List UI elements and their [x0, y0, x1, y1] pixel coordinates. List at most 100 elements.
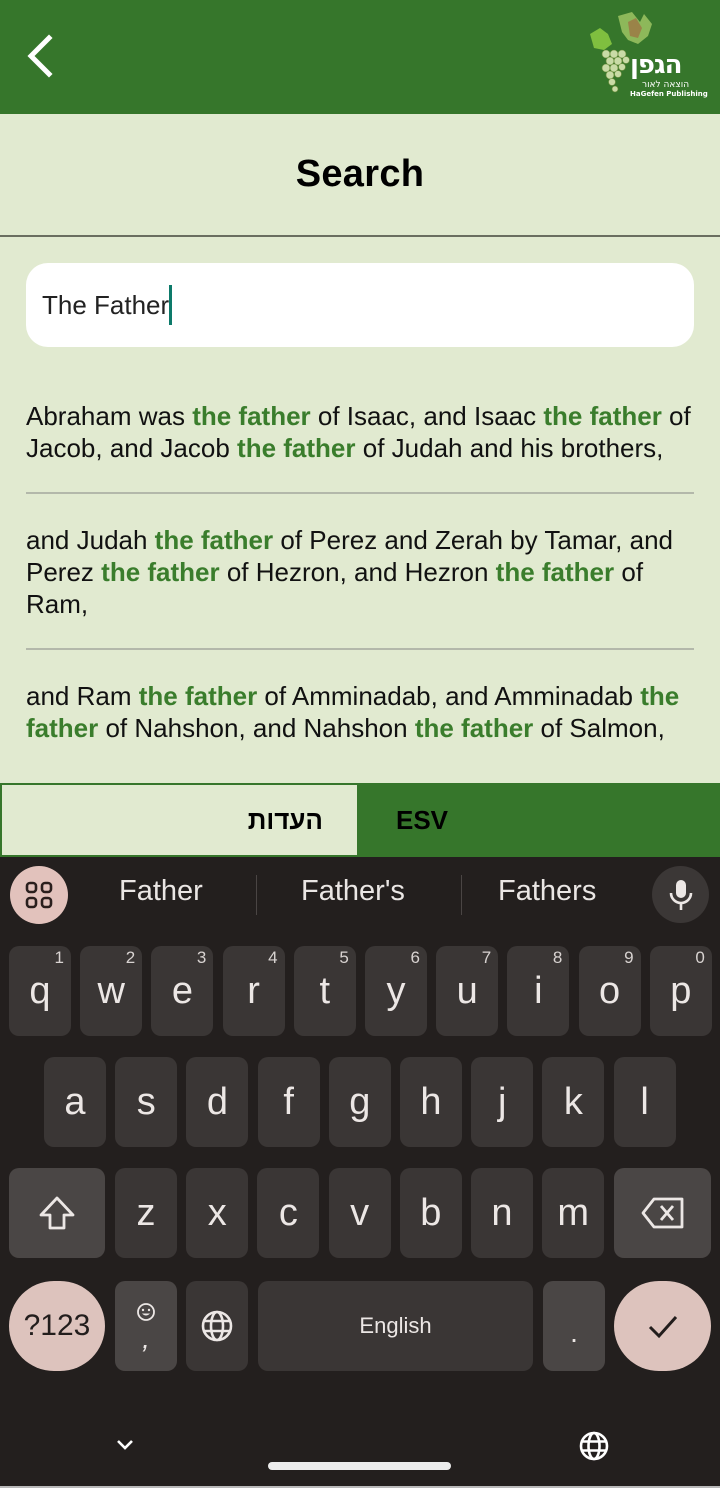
key-z[interactable]: z — [115, 1168, 177, 1258]
key-s[interactable]: s — [115, 1057, 178, 1147]
key-label: ?123 — [23, 1309, 91, 1342]
period-key[interactable]: . — [543, 1281, 605, 1371]
chevron-left-icon — [27, 34, 53, 78]
key-w[interactable]: w2 — [80, 946, 143, 1036]
key-o[interactable]: o9 — [578, 946, 641, 1036]
key-i[interactable]: i8 — [507, 946, 570, 1036]
result-item[interactable]: and Ram the father of Amminadab, and Amm… — [0, 650, 720, 744]
shift-icon — [39, 1196, 75, 1230]
text-caret — [169, 285, 173, 325]
back-button[interactable] — [18, 28, 62, 84]
key-label: a — [64, 1080, 86, 1123]
key-x[interactable]: x — [186, 1168, 249, 1258]
result-segment: Abraham was — [26, 401, 193, 431]
key-hint: 9 — [624, 948, 634, 967]
top-bar: הגפן הוצאה לאור HaGefen Publishing — [0, 0, 720, 114]
hide-keyboard-button[interactable] — [112, 1432, 138, 1458]
backspace-key[interactable] — [614, 1168, 711, 1258]
enter-key[interactable] — [614, 1281, 711, 1371]
key-q[interactable]: q1 — [9, 946, 71, 1036]
checkmark-icon — [648, 1315, 677, 1339]
voice-input-button[interactable] — [652, 866, 709, 923]
emoji-comma-key[interactable]: , — [115, 1281, 177, 1371]
key-label: . — [570, 1317, 578, 1348]
key-b[interactable]: b — [399, 1168, 462, 1258]
key-label: j — [497, 1080, 507, 1123]
key-label: g — [349, 1080, 371, 1123]
key-u[interactable]: u7 — [436, 946, 499, 1036]
key-label: x — [207, 1191, 227, 1234]
search-field[interactable]: The Father — [26, 263, 694, 347]
result-item[interactable]: Abraham was the father of Isaac, and Isa… — [0, 370, 720, 464]
highlighted-match: the father — [495, 557, 615, 587]
search-results-list[interactable]: Abraham was the father of Isaac, and Isa… — [0, 370, 720, 783]
backspace-icon — [641, 1197, 683, 1229]
key-c[interactable]: c — [257, 1168, 320, 1258]
logo-hebrew-sub: הוצאה לאור — [642, 80, 690, 90]
suggestion-3[interactable]: Fathers — [498, 875, 596, 908]
key-hint: 3 — [196, 948, 207, 967]
key-j[interactable]: j — [471, 1057, 534, 1147]
search-input[interactable]: The Father — [42, 290, 169, 321]
key-p[interactable]: p0 — [649, 946, 712, 1036]
key-label: l — [640, 1080, 649, 1123]
key-label: e — [171, 969, 193, 1012]
tab-esv[interactable]: ESV — [359, 783, 720, 857]
key-y[interactable]: y6 — [365, 946, 427, 1036]
grid-apps-icon — [25, 881, 53, 909]
key-k[interactable]: k — [542, 1057, 605, 1147]
key-label: z — [136, 1191, 156, 1234]
result-text: and Judah the father of Perez and Zerah … — [26, 524, 694, 620]
key-l[interactable]: l — [613, 1057, 676, 1147]
key-label: h — [420, 1080, 442, 1123]
key-label: o — [599, 969, 621, 1012]
key-d[interactable]: d — [186, 1057, 249, 1147]
key-label: f — [283, 1080, 294, 1123]
key-v[interactable]: v — [328, 1168, 391, 1258]
key-h[interactable]: h — [400, 1057, 462, 1147]
key-label: i — [534, 969, 543, 1012]
key-label: d — [206, 1080, 228, 1123]
soft-keyboard: Father Father's Fathers q1w2e3r4t5y6u7i8… — [0, 857, 720, 1488]
key-hint: 2 — [125, 948, 136, 967]
key-n[interactable]: n — [471, 1168, 533, 1258]
key-label: t — [319, 969, 331, 1012]
key-label: p — [670, 969, 692, 1012]
result-segment: of Amminadab, and Amminadab — [257, 681, 641, 711]
highlighted-match: the father — [237, 433, 356, 463]
keyboard-apps-button[interactable] — [10, 866, 68, 924]
highlighted-match: the father — [138, 681, 258, 711]
key-a[interactable]: a — [44, 1057, 106, 1147]
tab-hebrew-edut[interactable]: העדות — [0, 783, 359, 857]
key-hint: 1 — [54, 948, 64, 967]
space-key[interactable]: English — [258, 1281, 533, 1371]
result-segment: and Ram — [26, 681, 139, 711]
key-hint: 7 — [481, 948, 492, 967]
key-e[interactable]: e3 — [151, 946, 214, 1036]
key-hint: 8 — [552, 948, 563, 967]
key-hint: 5 — [339, 948, 349, 967]
translation-tabs: העדות ESV — [0, 783, 720, 857]
highlighted-match: the father — [543, 401, 662, 431]
language-key[interactable] — [186, 1281, 248, 1371]
key-f[interactable]: f — [257, 1057, 320, 1147]
shift-key[interactable] — [9, 1168, 105, 1258]
symbols-key[interactable]: ?123 — [9, 1281, 105, 1371]
home-gesture-bar[interactable] — [268, 1462, 451, 1470]
result-segment: of Isaac, and Isaac — [310, 401, 544, 431]
key-g[interactable]: g — [328, 1057, 391, 1147]
result-segment: of Nahshon, and Nahshon — [98, 713, 415, 743]
result-item[interactable]: and Judah the father of Perez and Zerah … — [0, 494, 720, 620]
key-label: m — [557, 1191, 590, 1234]
highlighted-match: the father — [154, 525, 274, 555]
result-segment: of Hezron, and Hezron — [219, 557, 496, 587]
suggestion-1[interactable]: Father — [119, 875, 203, 908]
key-label: English — [359, 1313, 432, 1338]
key-m[interactable]: m — [542, 1168, 605, 1258]
suggestion-divider — [461, 875, 462, 915]
highlighted-match: the father — [192, 401, 311, 431]
key-r[interactable]: r4 — [222, 946, 285, 1036]
switch-language-button[interactable] — [578, 1430, 610, 1462]
suggestion-2[interactable]: Father's — [301, 875, 405, 908]
key-t[interactable]: t5 — [293, 946, 356, 1036]
